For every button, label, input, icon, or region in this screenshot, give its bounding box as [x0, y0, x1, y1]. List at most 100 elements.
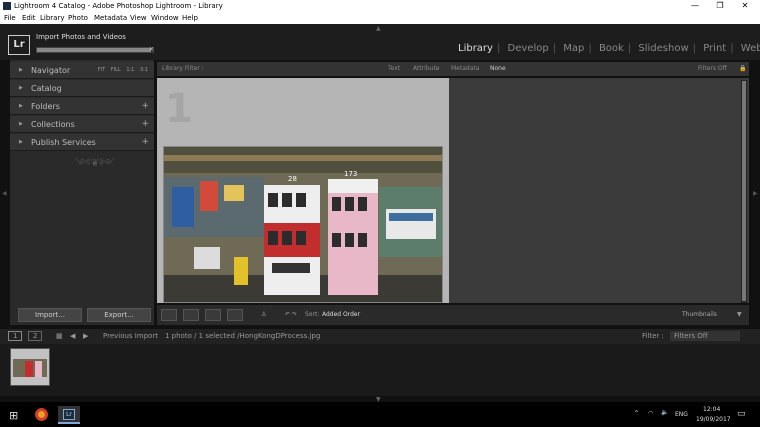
collapse-left-panel-icon[interactable]: ◀: [2, 190, 7, 197]
module-slideshow[interactable]: Slideshow: [638, 43, 688, 54]
menu-library[interactable]: Library: [40, 12, 64, 24]
filmstrip-status[interactable]: 1 photo / 1 selected /HongKongDProcess.j…: [165, 329, 320, 344]
menu-file[interactable]: File: [4, 12, 16, 24]
rotate-icons[interactable]: ↶ ↷: [285, 305, 297, 325]
menu-bar: File Edit Library Photo Metadata View Wi…: [0, 12, 760, 24]
zoom-fit[interactable]: FIT: [98, 67, 105, 73]
menu-photo[interactable]: Photo: [68, 12, 88, 24]
left-tram-number: 28: [288, 175, 297, 183]
collapse-top-panel-icon[interactable]: ▲: [376, 25, 381, 32]
toolbar-menu-icon[interactable]: ▼: [737, 305, 742, 325]
survey-view-icon[interactable]: [227, 309, 243, 321]
menu-metadata[interactable]: Metadata: [94, 12, 127, 24]
export-button[interactable]: Export...: [87, 308, 151, 322]
sort-label: Sort:: [305, 311, 320, 318]
close-button[interactable]: ✕: [730, 0, 760, 12]
catalog-panel-header[interactable]: ▶ Catalog: [10, 80, 154, 97]
clock-time[interactable]: 12:04: [703, 406, 720, 413]
loupe-view-icon[interactable]: [183, 309, 199, 321]
expand-triangle-icon: ▶: [19, 121, 23, 127]
module-map[interactable]: Map: [563, 43, 584, 54]
add-folder-icon[interactable]: +: [141, 98, 149, 115]
module-library[interactable]: Library: [458, 43, 493, 54]
cancel-import-icon[interactable]: ×: [149, 46, 154, 53]
grid-view-icon[interactable]: [161, 309, 177, 321]
publish-services-label: Publish Services: [31, 138, 96, 147]
chrome-taskbar-icon[interactable]: [35, 408, 48, 421]
activity-title: Import Photos and Videos: [36, 33, 126, 41]
photo-thumbnail[interactable]: 28 173: [163, 146, 443, 303]
secondary-window-monitor-icon[interactable]: 2: [28, 331, 43, 341]
input-language[interactable]: ENG: [675, 411, 688, 418]
menu-help[interactable]: Help: [182, 12, 198, 24]
clock-date[interactable]: 19/09/2017: [696, 416, 731, 423]
painter-icon[interactable]: ♙: [261, 305, 266, 325]
import-progress-fill: [37, 48, 151, 52]
menu-view[interactable]: View: [130, 12, 147, 24]
back-arrow-icon[interactable]: ◀: [70, 329, 75, 344]
zoom-fill[interactable]: FILL: [111, 67, 121, 73]
library-filter-bar: Library Filter : Text Attribute Metadata…: [157, 62, 749, 76]
filter-metadata[interactable]: Metadata: [451, 62, 479, 76]
expand-triangle-icon: ▶: [19, 103, 23, 109]
collections-panel-header[interactable]: ▶ Collections +: [10, 116, 154, 133]
import-export-bar: Import... Export...: [10, 305, 154, 325]
windows-taskbar: ⊞ Lr ^ ◠ 🔈 ENG 12:04 19/09/2017 ▭: [0, 402, 760, 427]
expand-triangle-icon: ▶: [19, 67, 23, 73]
filmstrip-filter-dropdown[interactable]: Filters Off: [670, 331, 740, 341]
filter-lock-icon[interactable]: 🔒: [739, 62, 746, 76]
folders-label: Folders: [31, 102, 60, 111]
right-tram-number: 173: [344, 170, 357, 178]
volume-icon[interactable]: 🔈: [661, 409, 668, 416]
grid-cell-number: 1: [165, 86, 193, 132]
module-book[interactable]: Book: [599, 43, 624, 54]
add-publish-service-icon[interactable]: +: [141, 134, 149, 151]
forward-arrow-icon[interactable]: ▶: [83, 329, 88, 344]
import-button[interactable]: Import...: [18, 308, 82, 322]
lightroom-taskbar-icon: Lr: [63, 409, 75, 420]
main-window-monitor-icon[interactable]: 1: [8, 331, 23, 341]
filter-attribute[interactable]: Attribute: [413, 62, 440, 76]
publish-services-panel-header[interactable]: ▶ Publish Services +: [10, 134, 154, 151]
add-collection-icon[interactable]: +: [141, 116, 149, 133]
filmstrip: [0, 344, 760, 396]
filmstrip-source[interactable]: Previous Import: [103, 329, 158, 344]
window-title: Lightroom 4 Catalog - Adobe Photoshop Li…: [14, 2, 223, 10]
navigator-panel-header[interactable]: ▶ Navigator FIT FILL 1:1 3:1: [10, 62, 154, 79]
filmstrip-filter-label: Filter :: [642, 332, 664, 340]
navigator-label: Navigator: [31, 66, 71, 75]
lightroom-app-icon: [3, 2, 11, 10]
window-title-bar: Lightroom 4 Catalog - Adobe Photoshop Li…: [0, 0, 760, 12]
expand-triangle-icon: ▶: [19, 85, 23, 91]
filmstrip-bar: 1 2 ▦ ◀ ▶ Previous Import 1 photo / 1 se…: [0, 329, 760, 344]
left-panel: ▶ Navigator FIT FILL 1:1 3:1 ▶ Catalog ▶…: [10, 60, 154, 306]
filter-none[interactable]: None: [490, 62, 506, 76]
sort-order-dropdown[interactable]: Added Order: [322, 310, 360, 320]
tram-photo: 28 173: [164, 147, 442, 302]
network-icon[interactable]: ◠: [648, 410, 653, 417]
filmstrip-thumbnail[interactable]: [10, 348, 50, 386]
module-web[interactable]: Web: [741, 43, 760, 54]
zoom-3-1[interactable]: 3:1: [140, 67, 148, 73]
menu-edit[interactable]: Edit: [22, 12, 36, 24]
lightroom-logo: Lr: [8, 35, 30, 55]
start-windows-icon[interactable]: ⊞: [9, 409, 18, 422]
grid-scrollbar-thumb[interactable]: [742, 81, 746, 301]
zoom-1-1[interactable]: 1:1: [126, 67, 134, 73]
library-toolbar: ♙ ↶ ↷ Sort: Added Order Thumbnails ▼: [157, 305, 749, 325]
module-develop[interactable]: Develop: [508, 43, 549, 54]
grid-mode-icon[interactable]: ▦: [56, 329, 63, 344]
compare-view-icon[interactable]: [205, 309, 221, 321]
folders-panel-header[interactable]: ▶ Folders +: [10, 98, 154, 115]
notifications-icon[interactable]: ▭: [737, 409, 746, 419]
thumbnails-size-slider[interactable]: Thumbnails: [682, 305, 717, 325]
filter-preset-dropdown[interactable]: Filters Off: [698, 62, 727, 76]
menu-window[interactable]: Window: [151, 12, 179, 24]
collapse-right-panel-icon[interactable]: ▶: [753, 190, 758, 197]
show-hidden-icons-icon[interactable]: ^: [634, 410, 639, 417]
expand-triangle-icon: ▶: [19, 139, 23, 145]
module-print[interactable]: Print: [703, 43, 726, 54]
lightroom-taskbar-button[interactable]: Lr: [58, 406, 80, 424]
filter-text[interactable]: Text: [388, 62, 400, 76]
panel-end-ornament: ༺❦༻: [74, 158, 116, 169]
